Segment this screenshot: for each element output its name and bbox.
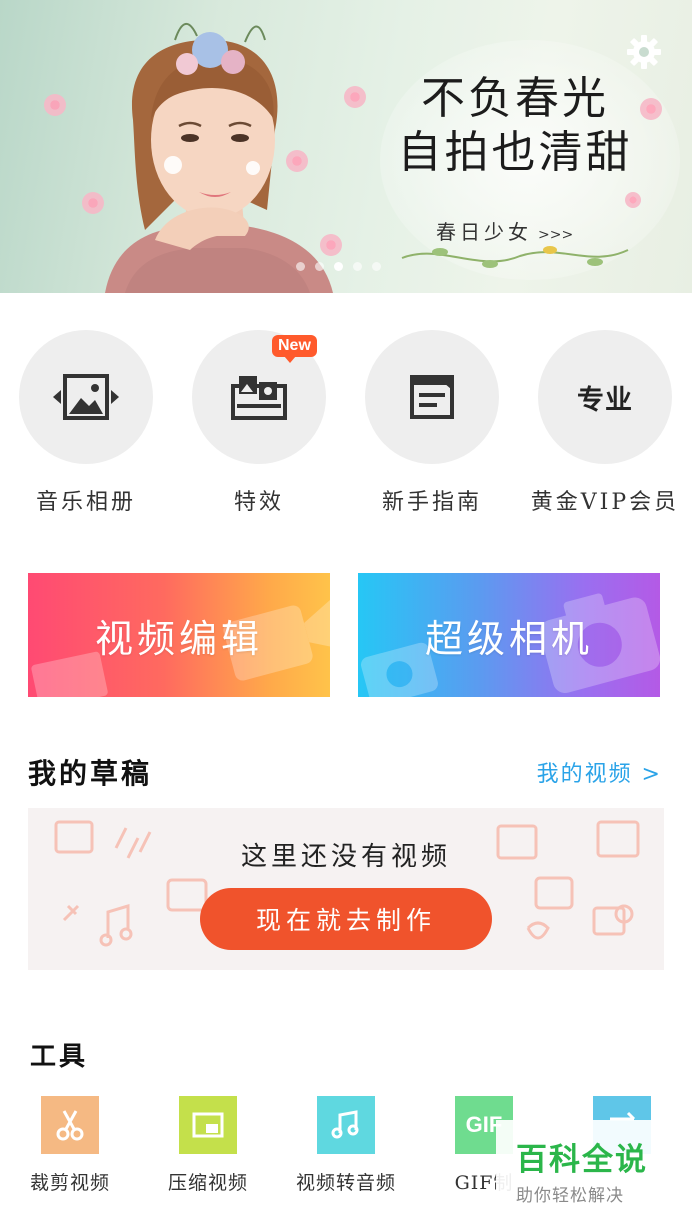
tool-video-to-audio[interactable]: 视频转音频 (276, 1096, 416, 1195)
banner-portrait-image (105, 23, 333, 293)
banner-headline: 不负春光 自拍也清甜 (370, 72, 660, 180)
pagination-dot[interactable] (353, 262, 362, 271)
drafts-empty-text: 这里还没有视频 (240, 842, 451, 872)
pagination-dot[interactable] (372, 262, 381, 271)
tool-label: 视频转音频 (295, 1172, 396, 1194)
quick-action-label: 音乐相册 (35, 490, 136, 515)
petal-decoration (44, 94, 66, 116)
tool-label: 裁剪视频 (29, 1172, 110, 1194)
scissors-icon (41, 1096, 99, 1154)
super-camera-card[interactable]: 超级相机 (358, 573, 660, 697)
pagination-dot[interactable] (296, 262, 305, 271)
watermark-brand: 百科全说 (516, 1142, 648, 1177)
video-edit-card[interactable]: 视频编辑 (28, 573, 330, 697)
vip-pro-icon: 专业 (577, 384, 633, 416)
quick-action-circle[interactable] (19, 330, 153, 464)
quick-actions-row: 音乐相册 New 特效 新手指南 专业 黄金VIP会员 (0, 330, 692, 520)
quick-action-circle[interactable] (365, 330, 499, 464)
quick-action-guide[interactable]: 新手指南 (352, 330, 512, 516)
music-note-icon (317, 1096, 375, 1154)
quick-action-music-album[interactable]: 音乐相册 (6, 330, 166, 516)
tool-label: 压缩视频 (167, 1172, 248, 1194)
quick-action-circle[interactable]: New (192, 330, 326, 464)
vine-decoration (401, 246, 629, 268)
quick-action-circle[interactable]: 专业 (538, 330, 672, 464)
quick-action-label: 黄金VIP会员 (530, 490, 680, 515)
pagination-dot[interactable] (315, 262, 324, 271)
petal-decoration (625, 192, 641, 208)
quick-action-vip[interactable]: 专业 黄金VIP会员 (525, 330, 685, 516)
photo-slides-icon (53, 374, 119, 420)
quick-action-effects[interactable]: New 特效 (179, 330, 339, 516)
quick-action-label: 特效 (233, 490, 284, 515)
banner-headline-line2: 自拍也清甜 (397, 127, 633, 178)
drafts-empty-panel: 这里还没有视频 现在就去制作 (28, 808, 664, 970)
tool-compress-video[interactable]: 压缩视频 (138, 1096, 278, 1195)
promo-banner[interactable]: 不负春光 自拍也清甜 春日少女 >>> (0, 0, 692, 293)
banner-headline-line1: 不负春光 (421, 73, 609, 124)
tool-trim-video[interactable]: 裁剪视频 (0, 1096, 140, 1195)
pagination-dot-active[interactable] (334, 262, 343, 271)
petal-decoration (344, 86, 366, 108)
effects-icon (231, 376, 287, 420)
tools-title: 工具 (30, 1042, 89, 1072)
drafts-title: 我的草稿 (28, 757, 153, 790)
watermark-tagline: 助你轻松解决 (516, 1186, 624, 1206)
video-edit-label: 视频编辑 (94, 616, 263, 661)
guide-icon (410, 375, 454, 419)
my-videos-link[interactable]: 我的视频 > (537, 756, 662, 788)
compress-icon (179, 1096, 237, 1154)
new-badge: New (272, 335, 317, 363)
quick-action-label: 新手指南 (381, 490, 482, 515)
create-now-button[interactable]: 现在就去制作 (200, 888, 492, 950)
settings-gear-icon[interactable] (624, 32, 664, 72)
banner-pagination (296, 262, 381, 271)
watermark-overlay: 百科全说 助你轻松解决 (496, 1120, 692, 1206)
super-camera-label: 超级相机 (424, 616, 593, 661)
